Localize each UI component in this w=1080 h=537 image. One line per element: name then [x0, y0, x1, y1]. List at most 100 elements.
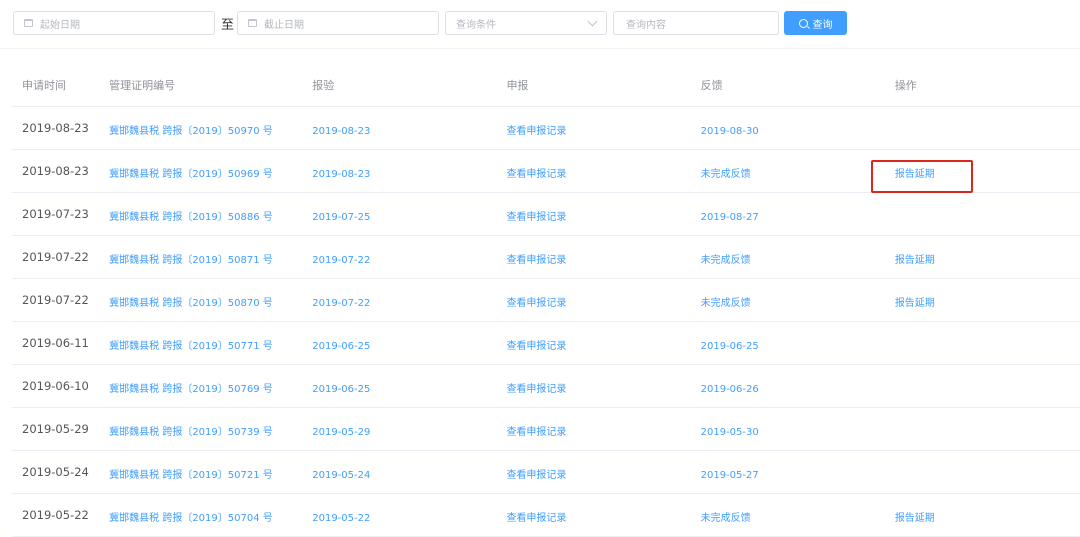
- divider: [0, 48, 1080, 49]
- view-declare-cell: 查看申报记录: [496, 334, 690, 353]
- apply-time-cell: 2019-08-23: [12, 121, 109, 135]
- table-row: 2019-08-23 冀邯魏县税 跨报〔2019〕50969 号 2019-08-2…: [12, 150, 1080, 193]
- apply-time-cell: 2019-05-29: [12, 422, 109, 436]
- inspect-date-link[interactable]: 2019-08-23: [312, 169, 370, 180]
- inspect-date-link[interactable]: 2019-07-25: [312, 212, 370, 223]
- view-declare-link[interactable]: 查看申报记录: [506, 255, 566, 266]
- start-date-input[interactable]: 起始日期: [13, 11, 215, 35]
- feedback-link[interactable]: 2019-05-27: [701, 470, 759, 481]
- inspect-date-link[interactable]: 2019-06-25: [312, 341, 370, 352]
- feedback-cell: 2019-06-25: [691, 334, 885, 353]
- feedback-link[interactable]: 2019-05-30: [701, 427, 759, 438]
- cert-no-cell: 冀邯魏县税 跨报〔2019〕50970 号: [109, 119, 302, 138]
- view-declare-cell: 查看申报记录: [496, 119, 690, 138]
- cert-no-link[interactable]: 冀邯魏县税 跨报〔2019〕50739 号: [109, 427, 273, 438]
- view-declare-cell: 查看申报记录: [496, 506, 690, 525]
- cert-no-cell: 冀邯魏县税 跨报〔2019〕50704 号: [109, 506, 302, 525]
- header-apply-time: 申请时间: [22, 79, 66, 92]
- feedback-link[interactable]: 未完成反馈: [701, 513, 751, 524]
- apply-time-cell: 2019-05-22: [22, 508, 89, 522]
- inspect-date-cell: 2019-08-23: [302, 162, 496, 181]
- inspect-date-link[interactable]: 2019-05-24: [312, 470, 370, 481]
- table-row: 2019-06-10 冀邯魏县税 跨报〔2019〕50769 号 2019-06-2…: [12, 365, 1080, 408]
- inspect-date-link[interactable]: 2019-06-25: [312, 384, 370, 395]
- feedback-link[interactable]: 2019-06-26: [701, 384, 759, 395]
- report-delay-link[interactable]: 报告延期: [895, 169, 935, 180]
- feedback-link[interactable]: 未完成反馈: [701, 255, 751, 266]
- cert-no-link[interactable]: 冀邯魏县税 跨报〔2019〕50870 号: [109, 298, 273, 309]
- inspect-date-link[interactable]: 2019-05-22: [312, 513, 370, 524]
- feedback-cell: 2019-05-30: [691, 420, 885, 439]
- apply-time-cell: 2019-06-10: [22, 379, 89, 393]
- header-cert-no: 管理证明编号: [109, 79, 176, 92]
- report-delay-link[interactable]: 报告延期: [895, 513, 935, 524]
- feedback-link[interactable]: 2019-08-27: [701, 212, 759, 223]
- view-declare-link[interactable]: 查看申报记录: [506, 513, 566, 524]
- cert-no-link[interactable]: 冀邯魏县税 跨报〔2019〕50871 号: [109, 255, 273, 266]
- report-delay-cell: 报告延期: [885, 506, 1080, 525]
- feedback-link[interactable]: 未完成反馈: [701, 298, 751, 309]
- apply-time-cell: 2019-06-10: [12, 379, 109, 393]
- cert-no-link[interactable]: 冀邯魏县税 跨报〔2019〕50704 号: [109, 513, 273, 524]
- cert-no-cell: 冀邯魏县税 跨报〔2019〕50886 号: [109, 205, 302, 224]
- inspect-date-cell: 2019-07-22: [302, 291, 496, 310]
- view-declare-link[interactable]: 查看申报记录: [506, 384, 566, 395]
- records-table: 申请时间 管理证明编号 报验 申报 反馈 操作 2019-08-23 冀邯魏县税 …: [12, 64, 1080, 537]
- report-delay-link[interactable]: 报告延期: [895, 298, 935, 309]
- inspect-date-link[interactable]: 2019-05-29: [312, 427, 370, 438]
- calendar-icon: [248, 19, 258, 27]
- apply-time-cell: 2019-07-22: [12, 250, 109, 264]
- table-row: 2019-05-24 冀邯魏县税 跨报〔2019〕50721 号 2019-05-2…: [12, 451, 1080, 494]
- feedback-link[interactable]: 2019-06-25: [701, 341, 759, 352]
- table-row: 2019-06-11 冀邯魏县税 跨报〔2019〕50771 号 2019-06-2…: [12, 322, 1080, 365]
- table-row: 2019-05-22 冀邯魏县税 跨报〔2019〕50704 号 2019-05-2…: [12, 494, 1080, 537]
- apply-time-cell: 2019-08-23: [22, 164, 89, 178]
- inspect-date-cell: 2019-06-25: [302, 334, 496, 353]
- condition-select[interactable]: 查询条件: [445, 11, 608, 35]
- table-row: 2019-07-22 冀邯魏县税 跨报〔2019〕50870 号 2019-07-2…: [12, 279, 1080, 322]
- view-declare-link[interactable]: 查看申报记录: [506, 212, 566, 223]
- view-declare-link[interactable]: 查看申报记录: [506, 427, 566, 438]
- view-declare-link[interactable]: 查看申报记录: [506, 470, 566, 481]
- apply-time-cell: 2019-05-22: [12, 508, 109, 522]
- feedback-cell: 未完成反馈: [691, 506, 885, 525]
- cert-no-cell: 冀邯魏县税 跨报〔2019〕50721 号: [109, 463, 302, 482]
- cert-no-link[interactable]: 冀邯魏县税 跨报〔2019〕50886 号: [109, 212, 273, 223]
- cert-no-cell: 冀邯魏县税 跨报〔2019〕50871 号: [109, 248, 302, 267]
- inspect-date-link[interactable]: 2019-08-23: [312, 126, 370, 137]
- feedback-cell: 2019-08-30: [691, 119, 885, 138]
- view-declare-cell: 查看申报记录: [496, 420, 690, 439]
- feedback-link[interactable]: 2019-08-30: [701, 126, 759, 137]
- end-date-input[interactable]: 截止日期: [237, 11, 440, 35]
- cert-no-link[interactable]: 冀邯魏县税 跨报〔2019〕50970 号: [109, 126, 273, 137]
- search-button-label: 查询: [812, 19, 833, 31]
- view-declare-cell: 查看申报记录: [496, 248, 690, 267]
- end-date-placeholder: 截止日期: [264, 19, 305, 31]
- inspect-date-cell: 2019-08-23: [302, 119, 496, 138]
- feedback-link[interactable]: 未完成反馈: [701, 169, 751, 180]
- feedback-cell: 2019-06-26: [691, 377, 885, 396]
- cert-no-cell: 冀邯魏县税 跨报〔2019〕50969 号: [109, 162, 302, 181]
- search-button[interactable]: 查询: [784, 11, 848, 35]
- date-range-separator: 至: [221, 17, 235, 33]
- view-declare-cell: 查看申报记录: [496, 291, 690, 310]
- view-declare-link[interactable]: 查看申报记录: [506, 341, 566, 352]
- inspect-date-link[interactable]: 2019-07-22: [312, 255, 370, 266]
- header-action: 操作: [894, 79, 917, 92]
- cert-no-cell: 冀邯魏县税 跨报〔2019〕50739 号: [109, 420, 302, 439]
- cert-no-link[interactable]: 冀邯魏县税 跨报〔2019〕50771 号: [109, 341, 273, 352]
- cert-no-link[interactable]: 冀邯魏县税 跨报〔2019〕50769 号: [109, 384, 273, 395]
- table-header: 申请时间 管理证明编号 报验 申报 反馈 操作: [12, 64, 1080, 107]
- report-delay-link[interactable]: 报告延期: [895, 255, 935, 266]
- view-declare-link[interactable]: 查看申报记录: [506, 126, 566, 137]
- cert-no-link[interactable]: 冀邯魏县税 跨报〔2019〕50721 号: [109, 470, 273, 481]
- inspect-date-link[interactable]: 2019-07-22: [312, 298, 370, 309]
- search-content-input[interactable]: 查询内容: [613, 11, 780, 35]
- view-declare-cell: 查看申报记录: [496, 463, 690, 482]
- view-declare-link[interactable]: 查看申报记录: [506, 298, 566, 309]
- table-row: 2019-07-23 冀邯魏县税 跨报〔2019〕50886 号 2019-07-2…: [12, 193, 1080, 236]
- chevron-down-icon: [587, 16, 598, 26]
- apply-time-cell: 2019-06-11: [12, 336, 109, 350]
- cert-no-link[interactable]: 冀邯魏县税 跨报〔2019〕50969 号: [109, 169, 273, 180]
- view-declare-link[interactable]: 查看申报记录: [506, 169, 566, 180]
